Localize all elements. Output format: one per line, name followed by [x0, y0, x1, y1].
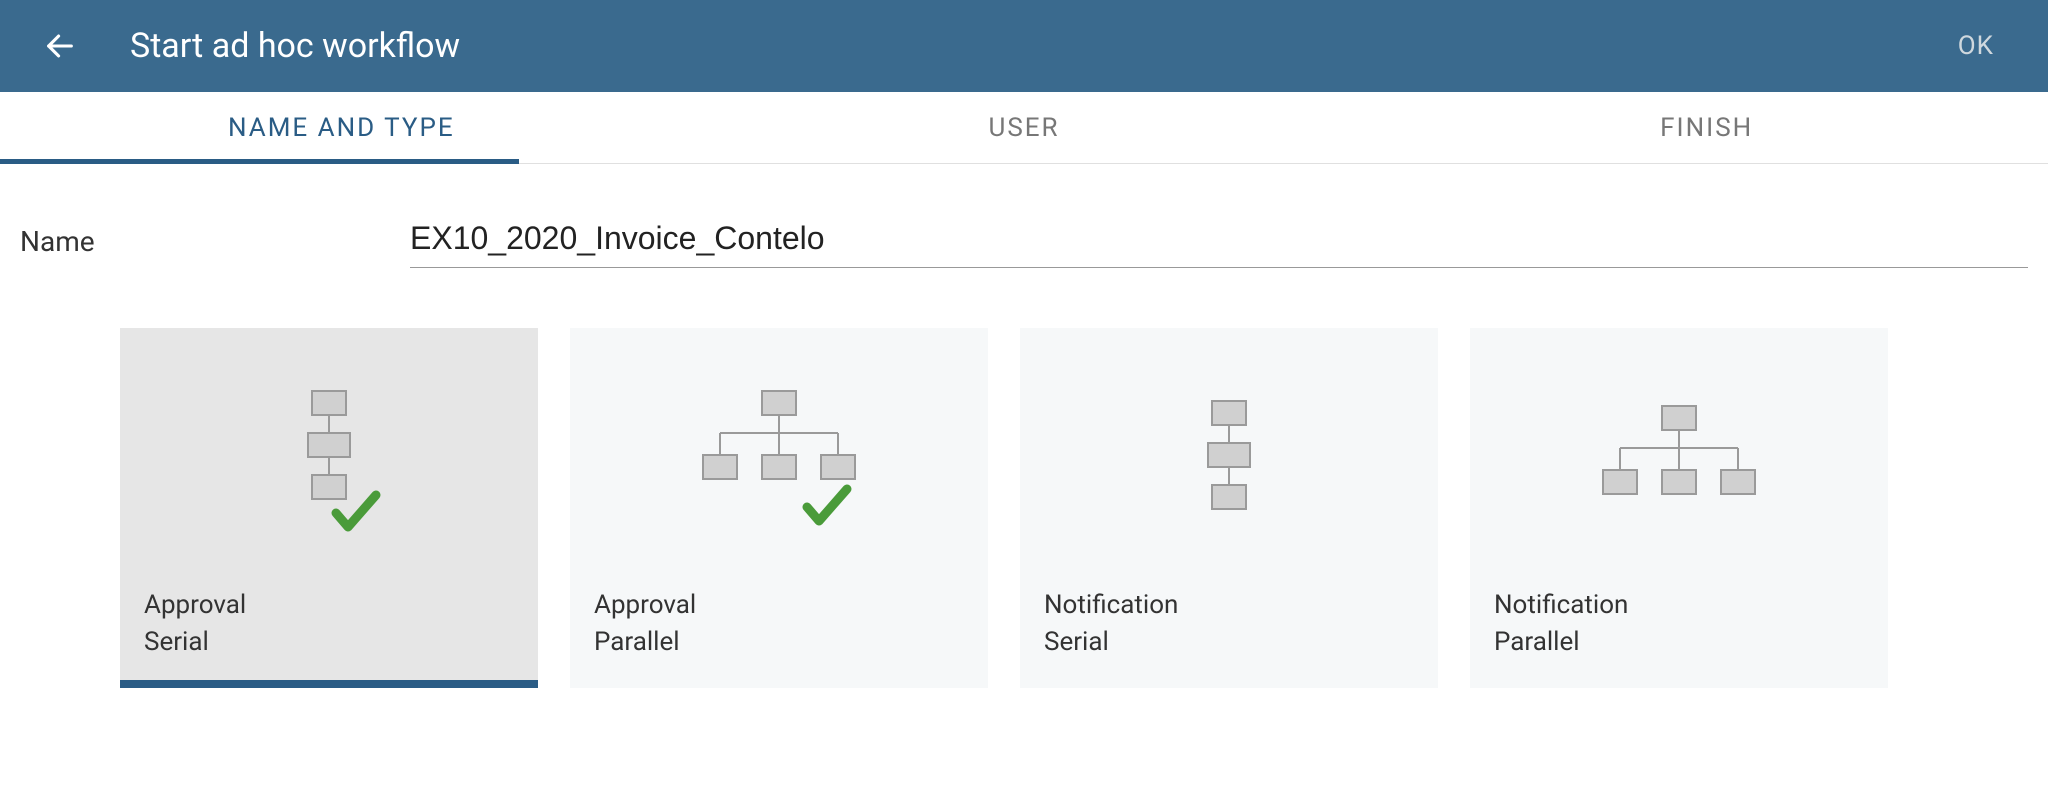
arrow-left-icon [43, 29, 77, 63]
card-approval-parallel[interactable]: Approval Parallel [570, 328, 988, 688]
parallel-approval-icon [570, 328, 988, 587]
card-labels: Approval Serial [120, 587, 538, 688]
card-subtitle: Serial [144, 624, 514, 660]
card-labels: Notification Serial [1020, 587, 1438, 688]
card-labels: Approval Parallel [570, 587, 988, 688]
serial-approval-icon [120, 328, 538, 587]
name-row: Name [20, 204, 2028, 308]
tab-label: USER [988, 113, 1059, 143]
card-approval-serial[interactable]: Approval Serial [120, 328, 538, 688]
tab-name-and-type[interactable]: NAME AND TYPE [0, 92, 683, 163]
card-title: Approval [144, 587, 514, 623]
tab-label: FINISH [1660, 113, 1753, 143]
tab-label: NAME AND TYPE [228, 113, 455, 143]
back-button[interactable] [40, 26, 80, 66]
serial-notification-icon [1020, 328, 1438, 587]
header-bar: Start ad hoc workflow OK [0, 0, 2048, 92]
page-title: Start ad hoc workflow [130, 26, 1944, 66]
card-notification-serial[interactable]: Notification Serial [1020, 328, 1438, 688]
card-subtitle: Serial [1044, 624, 1414, 660]
card-notification-parallel[interactable]: Notification Parallel [1470, 328, 1888, 688]
card-subtitle: Parallel [594, 624, 964, 660]
name-label: Name [20, 225, 410, 268]
card-title: Approval [594, 587, 964, 623]
tab-finish[interactable]: FINISH [1365, 92, 2048, 163]
tabs-bar: NAME AND TYPE USER FINISH [0, 92, 2048, 164]
workflow-type-cards: Approval Serial [20, 308, 2028, 688]
card-subtitle: Parallel [1494, 624, 1864, 660]
parallel-notification-icon [1470, 328, 1888, 587]
card-title: Notification [1044, 587, 1414, 623]
name-input[interactable] [410, 214, 2028, 268]
card-labels: Notification Parallel [1470, 587, 1888, 688]
ok-button[interactable]: OK [1944, 23, 2008, 69]
content-area: Name Appro [0, 164, 2048, 688]
tab-user[interactable]: USER [683, 92, 1366, 163]
card-title: Notification [1494, 587, 1864, 623]
